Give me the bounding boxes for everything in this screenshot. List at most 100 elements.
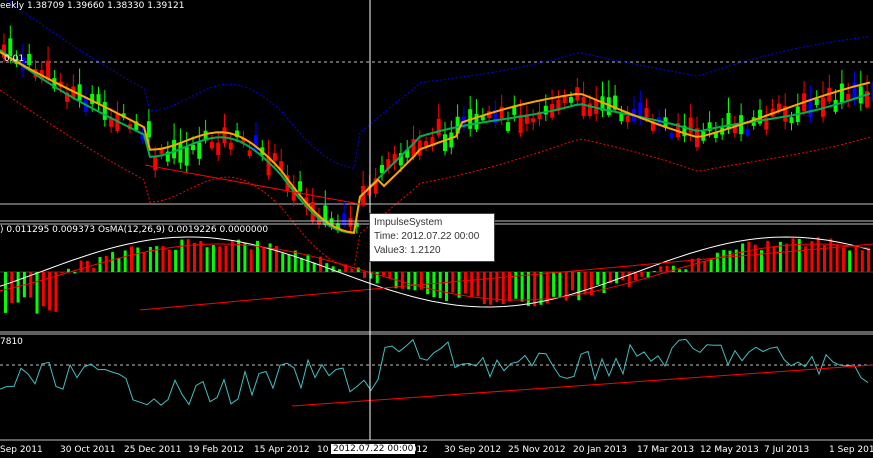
candle-body bbox=[46, 60, 51, 80]
candle-body bbox=[449, 132, 454, 148]
macd-histogram-bar bbox=[224, 245, 228, 272]
macd-histogram-bar bbox=[161, 246, 165, 272]
macd-histogram-bar bbox=[300, 257, 304, 272]
macd-histogram-bar bbox=[526, 272, 530, 307]
macd-histogram-bar bbox=[104, 256, 108, 272]
macd-histogram-bar bbox=[539, 272, 543, 305]
macd-histogram-bar bbox=[293, 250, 297, 272]
macd-histogram-bar bbox=[117, 257, 121, 272]
candle-body bbox=[222, 127, 227, 144]
candle-body bbox=[839, 83, 844, 103]
candle-body bbox=[569, 97, 573, 103]
candle-body bbox=[531, 118, 536, 123]
macd-histogram-bar bbox=[79, 260, 83, 272]
candle-body bbox=[209, 141, 214, 149]
time-axis-tick: 30 Sep 2012 bbox=[444, 445, 502, 455]
time-axis-tick: 17 Mar 2013 bbox=[637, 445, 695, 455]
macd-histogram-bar bbox=[615, 272, 619, 284]
macd-histogram-bar bbox=[860, 250, 864, 272]
macd-histogram-bar bbox=[445, 272, 448, 301]
tooltip-time: Time: 2012.07.22 00:00 bbox=[374, 231, 480, 242]
macd-histogram-bar bbox=[760, 250, 763, 272]
macd-histogram-bar bbox=[312, 262, 316, 272]
oscillator-header-info: 7810 bbox=[0, 337, 23, 347]
macd-histogram-bar bbox=[596, 272, 600, 285]
time-axis-tick: 15 Apr 2012 bbox=[254, 445, 310, 455]
macd-histogram-bar bbox=[174, 249, 178, 272]
candle-body bbox=[644, 108, 649, 118]
macd-histogram-bar bbox=[829, 238, 833, 272]
macd-histogram-bar bbox=[287, 254, 291, 272]
macd-histogram-bar bbox=[243, 243, 247, 272]
candle-body bbox=[247, 150, 252, 157]
oscillator-pane[interactable] bbox=[0, 338, 873, 407]
macd-histogram-bar bbox=[142, 252, 146, 272]
candle-body bbox=[858, 86, 863, 104]
candle-body bbox=[342, 213, 347, 226]
macd-histogram-bar bbox=[709, 258, 713, 272]
price-trend-line bbox=[144, 164, 366, 206]
oscillator-line bbox=[0, 338, 869, 406]
candle-body bbox=[146, 121, 151, 138]
macd-histogram-bar bbox=[73, 272, 77, 274]
macd-histogram-bar bbox=[205, 247, 209, 272]
candle-body bbox=[172, 139, 177, 159]
macd-histogram-bar bbox=[684, 269, 688, 272]
macd-histogram-bar bbox=[199, 240, 203, 272]
macd-histogram-bar bbox=[426, 272, 430, 295]
candle-body bbox=[506, 122, 510, 132]
candle-body bbox=[625, 116, 630, 123]
macd-histogram-bar bbox=[92, 267, 96, 272]
macd-histogram-bar bbox=[652, 271, 656, 272]
fast-ema-line bbox=[0, 49, 871, 234]
time-axis-tick: 19 Feb 2012 bbox=[188, 445, 245, 455]
macd-histogram-bar bbox=[60, 272, 64, 273]
candle-body bbox=[669, 132, 674, 139]
macd-histogram-bar bbox=[797, 238, 801, 272]
macd-histogram-bar bbox=[659, 266, 663, 272]
candle-body bbox=[436, 118, 441, 136]
candle-body bbox=[852, 82, 857, 99]
candle-body bbox=[197, 142, 202, 159]
time-axis-tick: 30 Oct 2011 bbox=[60, 445, 116, 455]
macd-histogram-bar bbox=[835, 244, 839, 272]
tooltip-value: Value3: 1.2120 bbox=[374, 245, 441, 256]
cursor-time-label: 2012.07.22 00:00 bbox=[331, 444, 416, 454]
macd-histogram-bar bbox=[621, 272, 625, 281]
candle-body bbox=[272, 153, 277, 161]
macd-histogram-bar bbox=[4, 272, 7, 313]
macd-histogram-bar bbox=[306, 254, 310, 272]
price-level-label: 0.01 bbox=[4, 54, 25, 64]
candle-body bbox=[745, 128, 750, 136]
macd-histogram-bar bbox=[747, 241, 751, 272]
macd-histogram-bar bbox=[186, 239, 190, 272]
macd-histogram-bar bbox=[363, 272, 367, 278]
candle-body bbox=[228, 142, 233, 150]
macd-histogram-bar bbox=[375, 272, 379, 284]
price-header-info: eekly 1.38709 1.39660 1.38330 1.39121 bbox=[0, 1, 185, 11]
candle-body bbox=[184, 147, 189, 166]
candle-body bbox=[814, 98, 819, 106]
candle-body bbox=[298, 181, 303, 192]
candle-body bbox=[348, 218, 353, 227]
macd-histogram-bar bbox=[823, 245, 826, 272]
macd-histogram-bar bbox=[463, 272, 467, 294]
candle-body bbox=[688, 117, 693, 134]
time-axis-tick: 20 Jan 2013 bbox=[573, 445, 627, 455]
macd-histogram-bar bbox=[230, 240, 234, 272]
macd-histogram-bar bbox=[533, 272, 537, 307]
time-axis-tick: Sep 2011 bbox=[0, 445, 43, 455]
candle-body bbox=[153, 156, 158, 171]
macd-histogram-bar bbox=[571, 272, 574, 291]
macd-histogram-bar bbox=[583, 272, 587, 295]
candle-body bbox=[581, 96, 586, 117]
macd-histogram-bar bbox=[848, 250, 852, 272]
candle-body bbox=[726, 112, 731, 130]
macd-histogram-bar bbox=[816, 237, 820, 272]
macd-histogram-bar bbox=[130, 246, 133, 272]
time-axis-tick: 7 Jul 2013 bbox=[764, 445, 810, 455]
macd-histogram-bar bbox=[741, 243, 745, 272]
candle-body bbox=[216, 142, 221, 155]
macd-histogram-bar bbox=[470, 272, 474, 297]
macd-histogram-bar bbox=[722, 249, 726, 272]
